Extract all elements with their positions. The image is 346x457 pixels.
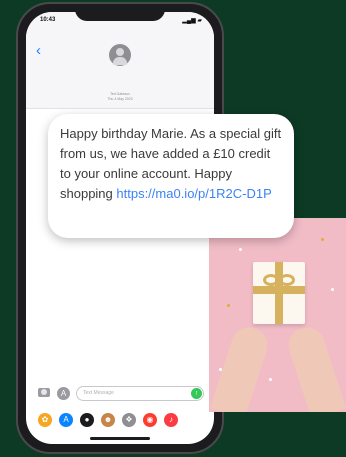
message-input[interactable]: Text Message [76,386,204,401]
confetti [269,378,272,381]
gift-photo [209,218,346,412]
input-row: A Text Message ↑ [26,384,214,404]
camera-icon[interactable] [38,388,50,397]
back-chevron-icon[interactable]: ‹ [36,42,41,59]
send-icon[interactable]: ↑ [191,388,202,399]
message-bubble[interactable]: Happy birthday Marie. As a special gift … [48,114,294,238]
bow-left-loop [263,274,279,286]
images-search-icon[interactable]: ◉ [143,413,157,427]
apps-icon[interactable]: A [57,387,70,400]
right-hand [283,322,346,412]
gift-box [253,262,305,324]
photos-icon[interactable]: ✿ [38,413,52,427]
message-date: Thu 4 May 2023 [107,97,133,101]
home-indicator [90,437,150,440]
phone-notch [75,4,165,21]
confetti [239,248,242,251]
message-link[interactable]: https://ma0.io/p/1R2C-D1P [116,186,271,201]
confetti [227,304,230,307]
apple-pay-icon[interactable]: ● [80,413,94,427]
status-time: 10:43 [40,17,56,23]
conversation-meta: Ted Gateaux Thu 4 May 2023 [26,92,214,102]
memoji-icon[interactable]: ☻ [101,413,115,427]
digital-touch-icon[interactable]: ❖ [122,413,136,427]
bow-right-loop [279,274,295,286]
contact-avatar-icon[interactable] [109,44,131,66]
confetti [331,288,334,291]
status-icons: ▂▄▆ ▰ [182,18,202,24]
confetti [321,238,324,241]
app-store-icon[interactable]: A [59,413,73,427]
ribbon-horizontal [253,286,305,294]
app-tray: ✿ A ● ☻ ❖ ◉ ♪ [26,410,214,432]
conversation-header: 10:43 ▂▄▆ ▰ ‹ Ted Gateaux Thu 4 May 2023 [26,12,214,109]
music-icon[interactable]: ♪ [164,413,178,427]
